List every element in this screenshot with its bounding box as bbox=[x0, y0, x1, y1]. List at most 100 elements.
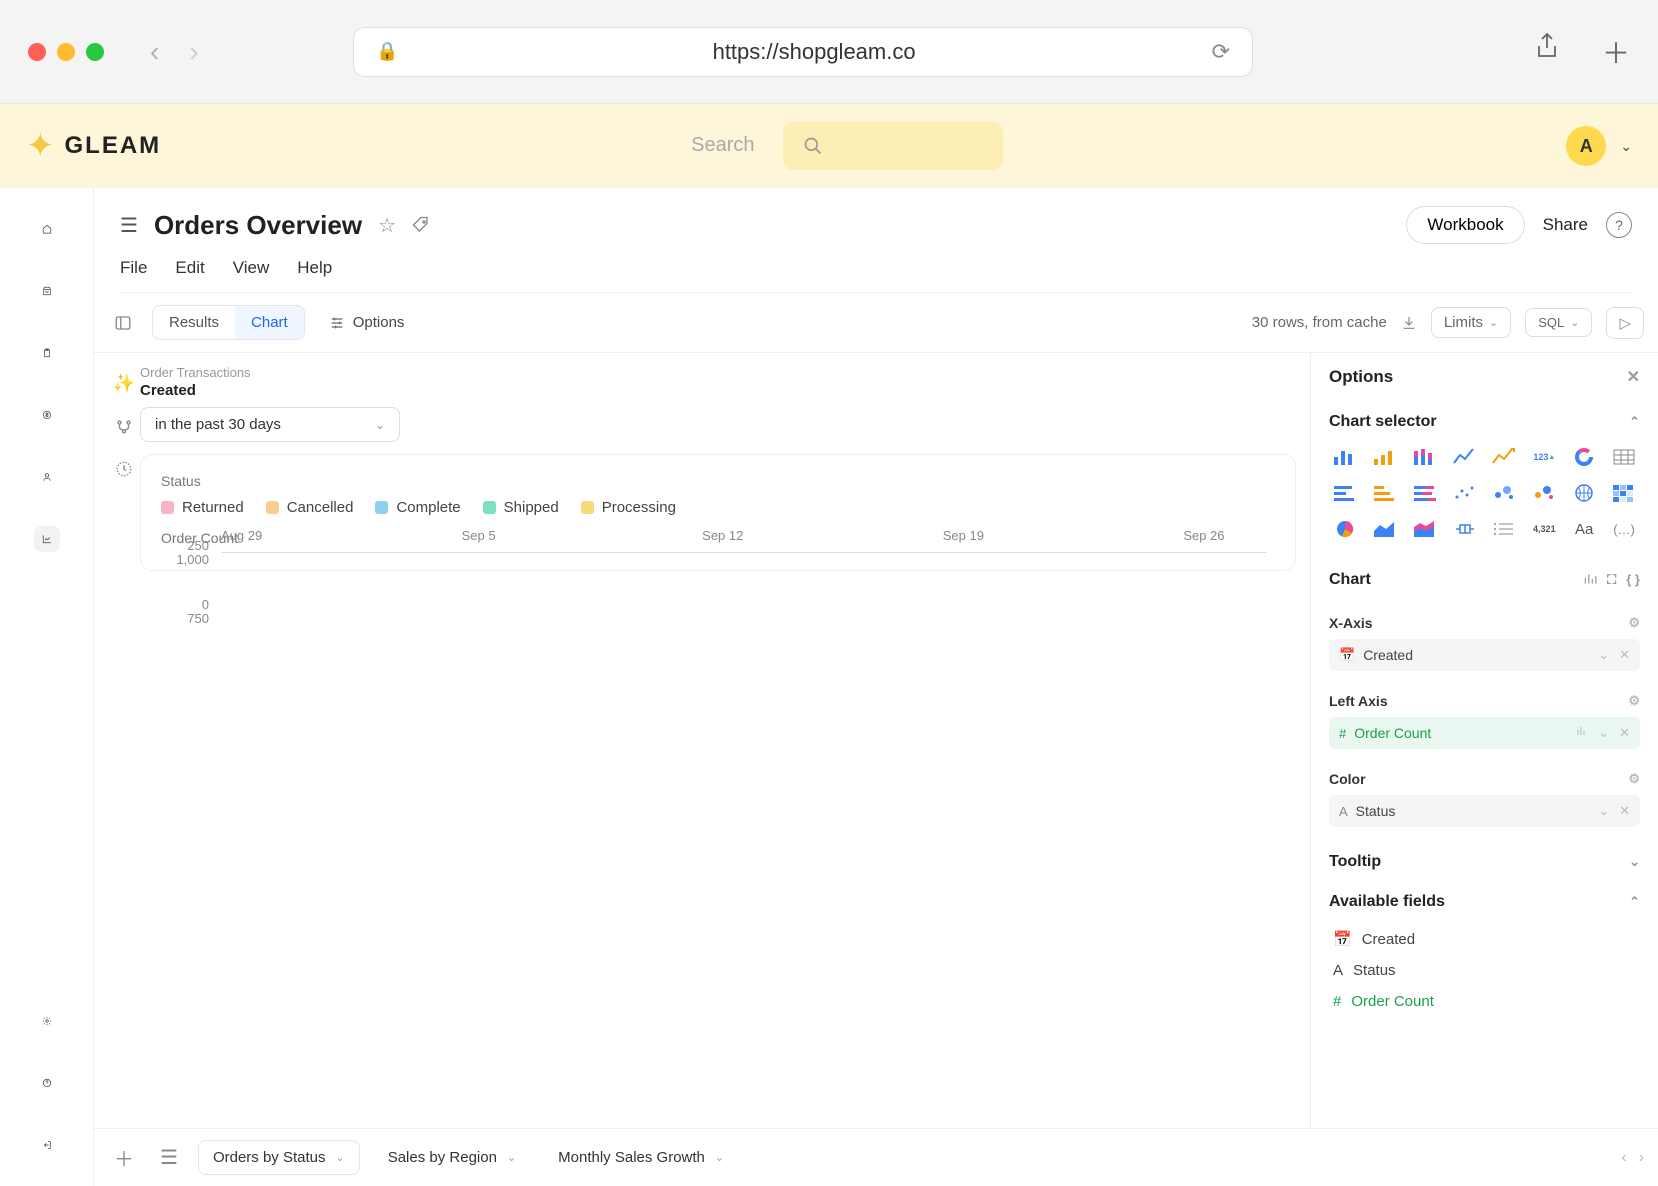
branch-icon[interactable] bbox=[115, 418, 133, 436]
analytics-icon[interactable] bbox=[34, 526, 60, 552]
sql-button[interactable]: SQL⌄ bbox=[1525, 308, 1592, 337]
home-icon[interactable] bbox=[34, 216, 60, 242]
new-tab-icon[interactable]: ＋ bbox=[1602, 32, 1630, 72]
color-field[interactable]: A Status ⌄✕ bbox=[1329, 795, 1640, 827]
menu-help[interactable]: Help bbox=[297, 258, 332, 278]
text-icon: A bbox=[1333, 962, 1343, 979]
chevron-up-icon[interactable]: ⌃ bbox=[1629, 894, 1640, 910]
bottom-tab-0[interactable]: Orders by Status⌄ bbox=[198, 1140, 360, 1175]
search-input[interactable] bbox=[783, 122, 1003, 170]
chart-type-boxplot[interactable] bbox=[1449, 515, 1481, 543]
forward-icon[interactable]: › bbox=[189, 36, 198, 68]
chart-type-bubble-color[interactable] bbox=[1528, 479, 1560, 507]
menu-view[interactable]: View bbox=[233, 258, 270, 278]
logo[interactable]: ✦ GLEAM bbox=[26, 126, 161, 166]
limits-button[interactable]: Limits⌄ bbox=[1431, 307, 1511, 338]
maximize-window-icon[interactable] bbox=[86, 43, 104, 61]
chart-type-line-trend[interactable] bbox=[1489, 443, 1521, 471]
sliders-icon[interactable]: ⚙ bbox=[1628, 693, 1640, 709]
left-axis-field[interactable]: # Order Count ⌄✕ bbox=[1329, 717, 1640, 749]
tag-icon[interactable] bbox=[412, 216, 430, 234]
x-axis-field[interactable]: 📅 Created ⌄✕ bbox=[1329, 639, 1640, 671]
chart-type-donut[interactable] bbox=[1568, 443, 1600, 471]
bottom-tab-2[interactable]: Monthly Sales Growth⌄ bbox=[544, 1141, 738, 1174]
remove-icon[interactable]: ✕ bbox=[1619, 647, 1630, 663]
add-tab-icon[interactable]: ＋ bbox=[108, 1137, 140, 1178]
share-icon[interactable] bbox=[1534, 32, 1560, 72]
menu-edit[interactable]: Edit bbox=[175, 258, 204, 278]
workbook-button[interactable]: Workbook bbox=[1406, 206, 1524, 244]
chevron-down-icon[interactable]: ⌄ bbox=[1620, 138, 1632, 155]
chart-type-area-stacked[interactable] bbox=[1409, 515, 1441, 543]
close-window-icon[interactable] bbox=[28, 43, 46, 61]
user-icon[interactable] bbox=[34, 464, 60, 490]
chevron-down-icon[interactable]: ⌄ bbox=[1598, 803, 1609, 819]
settings-icon[interactable] bbox=[34, 1008, 60, 1034]
sparkle-tool-icon[interactable]: ✨ bbox=[113, 373, 135, 394]
menu-file[interactable]: File bbox=[120, 258, 147, 278]
close-icon[interactable]: ✕ bbox=[1627, 367, 1640, 387]
chart-type-heatmap[interactable] bbox=[1608, 479, 1640, 507]
star-icon[interactable]: ☆ bbox=[378, 213, 396, 238]
bar-view-icon[interactable] bbox=[1583, 572, 1597, 588]
help-icon[interactable] bbox=[34, 1070, 60, 1096]
clipboard-icon[interactable] bbox=[34, 340, 60, 366]
chart-type-text[interactable]: Aa bbox=[1568, 515, 1600, 543]
available-created[interactable]: 📅Created bbox=[1329, 923, 1640, 955]
chart-type-hstacked[interactable] bbox=[1409, 479, 1441, 507]
money-icon[interactable] bbox=[34, 402, 60, 428]
sliders-icon[interactable]: ⚙ bbox=[1628, 771, 1640, 787]
chart-type-number[interactable]: 123▲ bbox=[1528, 443, 1560, 471]
chart-type-hbar-gradient[interactable] bbox=[1369, 479, 1401, 507]
panel-toggle-icon[interactable] bbox=[108, 308, 138, 338]
orders-icon[interactable] bbox=[34, 278, 60, 304]
chevron-down-icon[interactable]: ⌄ bbox=[1598, 725, 1609, 741]
chevron-up-icon[interactable]: ⌃ bbox=[1629, 414, 1640, 430]
chevron-down-icon[interactable]: ⌄ bbox=[1629, 854, 1640, 870]
code-icon[interactable]: { } bbox=[1626, 572, 1640, 588]
download-icon[interactable] bbox=[1401, 315, 1417, 331]
expand-icon[interactable]: ⛶ bbox=[1607, 572, 1616, 588]
chart-type-kpi[interactable]: 4,321 bbox=[1528, 515, 1560, 543]
back-icon[interactable]: ‹ bbox=[150, 36, 159, 68]
logout-icon[interactable] bbox=[34, 1132, 60, 1158]
help-circle-icon[interactable]: ? bbox=[1606, 212, 1632, 238]
sliders-icon[interactable]: ⚙ bbox=[1628, 615, 1640, 631]
bottom-tab-1[interactable]: Sales by Region⌄ bbox=[374, 1141, 530, 1174]
chart-type-scatter[interactable] bbox=[1449, 479, 1481, 507]
history-icon[interactable] bbox=[115, 460, 133, 478]
tab-chart[interactable]: Chart bbox=[235, 306, 304, 339]
chart-type-table[interactable] bbox=[1608, 443, 1640, 471]
url-bar[interactable]: 🔒 https://shopgleam.co ⟳ bbox=[353, 27, 1253, 77]
remove-icon[interactable]: ✕ bbox=[1619, 803, 1630, 819]
avatar[interactable]: A bbox=[1566, 126, 1606, 166]
chart-type-bar-gradient[interactable] bbox=[1369, 443, 1401, 471]
chart-type-stacked-bar[interactable] bbox=[1409, 443, 1441, 471]
options-panel: Options ✕ Chart selector ⌃ 123▲ bbox=[1310, 353, 1658, 1128]
chart-type-more[interactable]: (…) bbox=[1608, 515, 1640, 543]
filter-select[interactable]: in the past 30 days ⌄ bbox=[140, 407, 400, 442]
chart-type-bubble[interactable] bbox=[1489, 479, 1521, 507]
available-status[interactable]: AStatus bbox=[1329, 955, 1640, 986]
run-button[interactable]: ▷ bbox=[1606, 307, 1644, 339]
chevron-down-icon[interactable]: ⌄ bbox=[1598, 647, 1609, 663]
next-icon[interactable]: › bbox=[1639, 1149, 1644, 1167]
tab-results[interactable]: Results bbox=[153, 306, 235, 339]
chart-type-bar[interactable] bbox=[1329, 443, 1361, 471]
prev-icon[interactable]: ‹ bbox=[1621, 1149, 1626, 1167]
chart-type-globe[interactable] bbox=[1568, 479, 1600, 507]
remove-icon[interactable]: ✕ bbox=[1619, 725, 1630, 741]
chart-type-pie[interactable] bbox=[1329, 515, 1361, 543]
chart-type-list[interactable] bbox=[1489, 515, 1521, 543]
reload-icon[interactable]: ⟳ bbox=[1212, 39, 1230, 65]
available-order-count[interactable]: #Order Count bbox=[1329, 986, 1640, 1017]
minimize-window-icon[interactable] bbox=[57, 43, 75, 61]
chart-type-area[interactable] bbox=[1369, 515, 1401, 543]
chart-type-line[interactable] bbox=[1449, 443, 1481, 471]
share-button[interactable]: Share bbox=[1543, 215, 1588, 235]
menu-icon[interactable]: ☰ bbox=[120, 213, 138, 238]
chart-selector-grid: 123▲ bbox=[1329, 443, 1640, 543]
tab-list-icon[interactable]: ☰ bbox=[154, 1139, 184, 1176]
chart-type-hbar[interactable] bbox=[1329, 479, 1361, 507]
options-button[interactable]: Options bbox=[319, 308, 415, 337]
